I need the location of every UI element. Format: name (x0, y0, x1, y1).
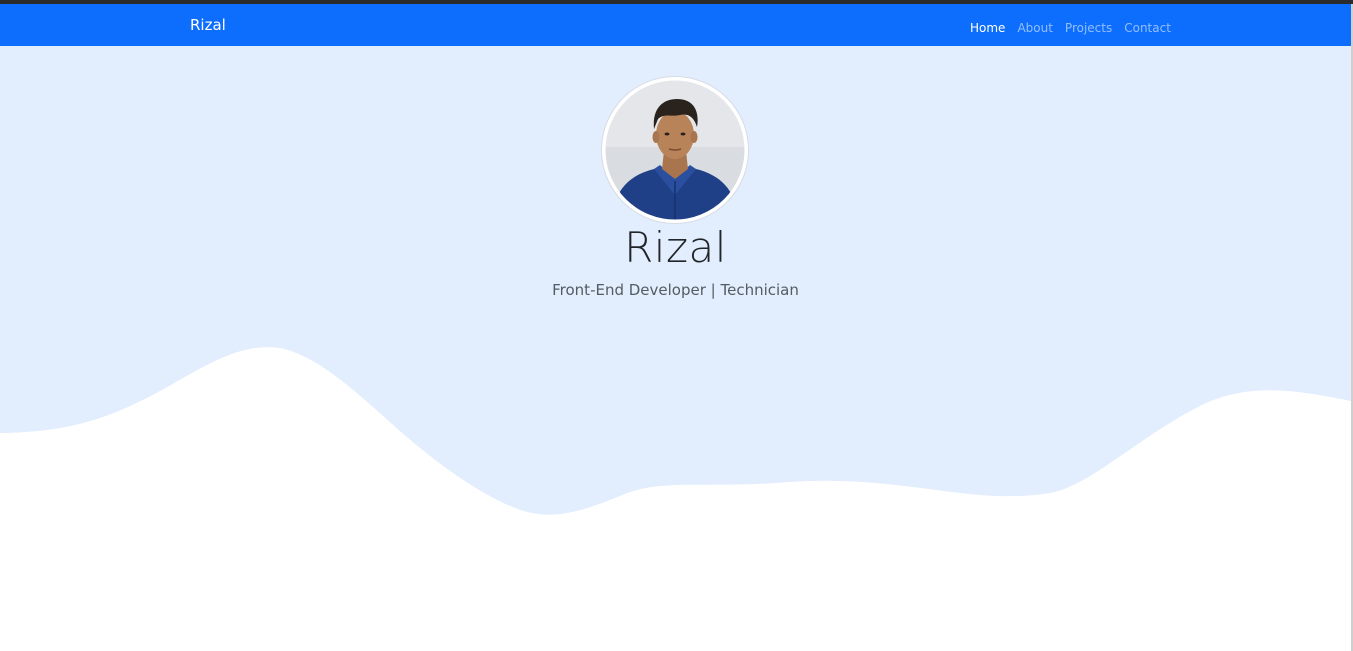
nav-item-about: About (1017, 17, 1052, 36)
nav-item-projects: Projects (1065, 17, 1112, 36)
nav-item-contact: Contact (1124, 17, 1171, 36)
nav-links: Home About Projects Contact (970, 17, 1171, 36)
navbar: Rizal Home About Projects Contact (0, 4, 1351, 46)
navbar-brand[interactable]: Rizal (190, 16, 226, 34)
nav-item-home: Home (970, 17, 1005, 36)
hero-name: Rizal (624, 223, 727, 272)
profile-photo-icon (602, 77, 748, 223)
nav-link-projects[interactable]: Projects (1065, 21, 1112, 35)
avatar (602, 77, 748, 223)
nav-link-about[interactable]: About (1017, 21, 1052, 35)
hero-section: Rizal Front-End Developer | Technician (0, 46, 1351, 651)
hero-subtitle: Front-End Developer | Technician (552, 281, 799, 299)
nav-link-contact[interactable]: Contact (1124, 21, 1171, 35)
nav-link-home[interactable]: Home (970, 21, 1005, 35)
